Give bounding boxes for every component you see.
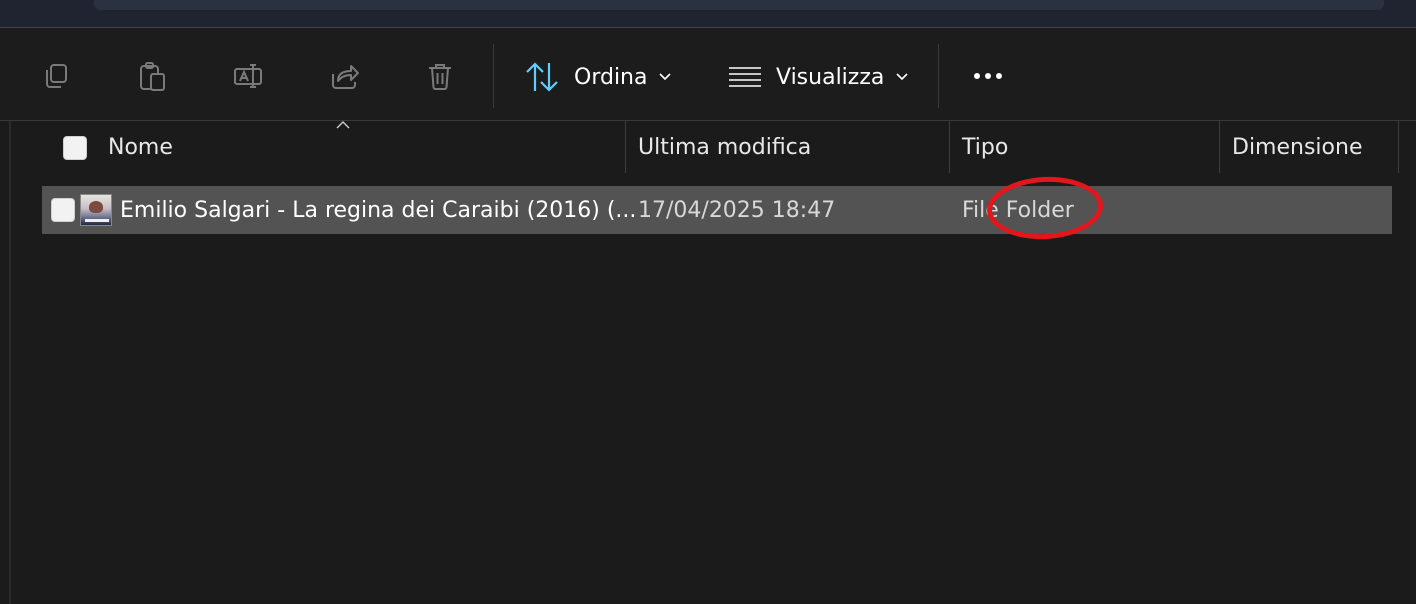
rename-icon [234, 64, 262, 88]
paste-icon [140, 62, 165, 91]
copy-icon [46, 64, 67, 88]
rename-button[interactable] [230, 58, 266, 94]
delete-icon [429, 64, 451, 90]
more-options-button[interactable] [966, 58, 1010, 94]
column-header-name[interactable]: Nome [108, 135, 173, 160]
paste-button[interactable] [134, 58, 170, 94]
column-divider[interactable] [1219, 121, 1220, 173]
chevron-down-icon [896, 73, 908, 81]
sort-menu-button[interactable]: Ordina [524, 58, 672, 96]
view-label: Visualizza [776, 64, 885, 90]
column-header-row: Nome Ultima modifica Tipo Dimensione [0, 121, 1416, 177]
pane-border [9, 121, 11, 604]
folder-thumbnail-icon [80, 194, 112, 226]
ellipsis-icon [996, 73, 1002, 79]
toolbar-separator [493, 44, 494, 108]
column-divider[interactable] [949, 121, 950, 173]
address-bar-strip [0, 0, 1416, 28]
row-checkbox[interactable] [51, 198, 75, 222]
copy-button[interactable] [38, 58, 74, 94]
sort-label: Ordina [574, 64, 648, 90]
column-divider[interactable] [1398, 121, 1399, 173]
column-header-type[interactable]: Tipo [962, 135, 1008, 160]
sort-icon [526, 62, 558, 92]
file-modified-date: 17/04/2025 18:47 [638, 198, 836, 223]
file-list: Nome Ultima modifica Tipo Dimensione Emi… [0, 121, 1416, 604]
table-row[interactable]: Emilio Salgari - La regina dei Caraibi (… [42, 186, 1392, 234]
delete-button[interactable] [422, 58, 458, 94]
column-header-size[interactable]: Dimensione [1232, 135, 1362, 160]
select-all-checkbox[interactable] [63, 136, 87, 160]
sort-ascending-icon [336, 121, 350, 129]
address-bar[interactable] [94, 0, 1384, 10]
ellipsis-icon [974, 73, 980, 79]
toolbar-separator [938, 44, 939, 108]
chevron-down-icon [659, 73, 672, 81]
ellipsis-icon [985, 73, 991, 79]
view-menu-button[interactable]: Visualizza [728, 58, 908, 96]
share-button[interactable] [326, 58, 362, 94]
column-divider[interactable] [625, 121, 626, 173]
command-bar: Ordina Visualizza [0, 28, 1416, 121]
share-icon [332, 65, 359, 89]
list-view-icon [729, 67, 761, 87]
file-name: Emilio Salgari - La regina dei Caraibi (… [120, 198, 637, 223]
column-header-modified[interactable]: Ultima modifica [638, 135, 811, 160]
